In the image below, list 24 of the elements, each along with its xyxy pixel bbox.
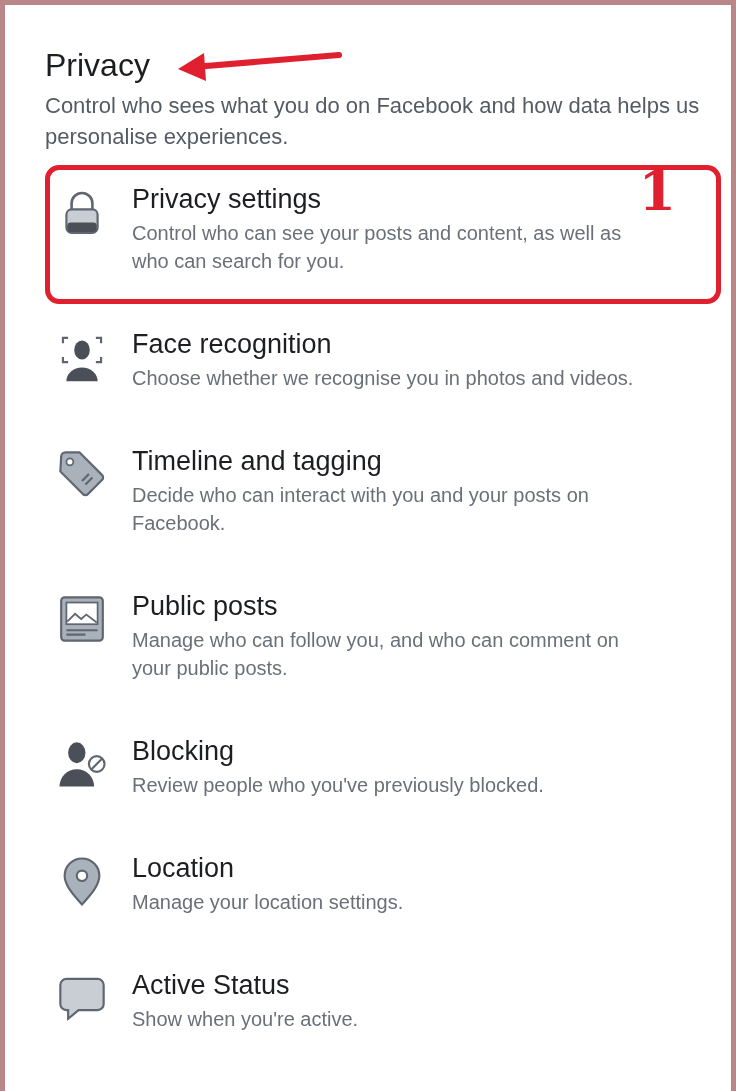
item-title: Public posts — [132, 590, 278, 622]
item-title: Face recognition — [132, 328, 332, 360]
item-title: Blocking — [132, 735, 235, 767]
item-description: Decide who can interact with you and your posts on Facebook. — [132, 482, 590, 536]
item-title: Privacy settings — [132, 183, 322, 215]
item-description: Manage who can follow you, and who can comment on your public posts. — [132, 627, 620, 681]
settings-item[interactable]: Privacy settings Control who can see your posts and content, as well as who can search for you. 1 — [45, 164, 721, 304]
settings-item[interactable]: Face recognition Choose whether we recognise you in photos and videos. — [45, 309, 721, 421]
item-description: Review people who you've previously blocked. — [132, 772, 544, 798]
settings-item[interactable]: Timeline and tagging Decide who can interact with you and your posts on Facebook. — [45, 426, 721, 566]
section-title: Privacy — [45, 46, 150, 84]
item-description: Show when you're active. — [132, 1006, 359, 1032]
section-description: Control who sees what you do on Facebook and how data helps us personalise experiences. — [45, 92, 701, 151]
settings-item[interactable]: Blocking Review people who you've previously blocked. — [45, 716, 721, 828]
item-title: Active Status — [132, 969, 290, 1001]
item-description: Manage your location settings. — [132, 889, 404, 915]
settings-item[interactable]: Location Manage your location settings. — [45, 833, 721, 945]
settings-item[interactable]: Active Status Show when you're active. — [45, 950, 721, 1062]
item-description: Control who can see your posts and content, as well as who can search for you. — [132, 220, 623, 274]
item-title: Location — [132, 852, 235, 884]
settings-item[interactable]: Public posts Manage who can follow you, and who can comment on your public posts. — [45, 571, 721, 711]
item-description: Choose whether we recognise you in photos and videos. — [132, 365, 634, 391]
annotation-number: 1 — [638, 163, 676, 218]
item-title: Timeline and tagging — [132, 445, 382, 477]
